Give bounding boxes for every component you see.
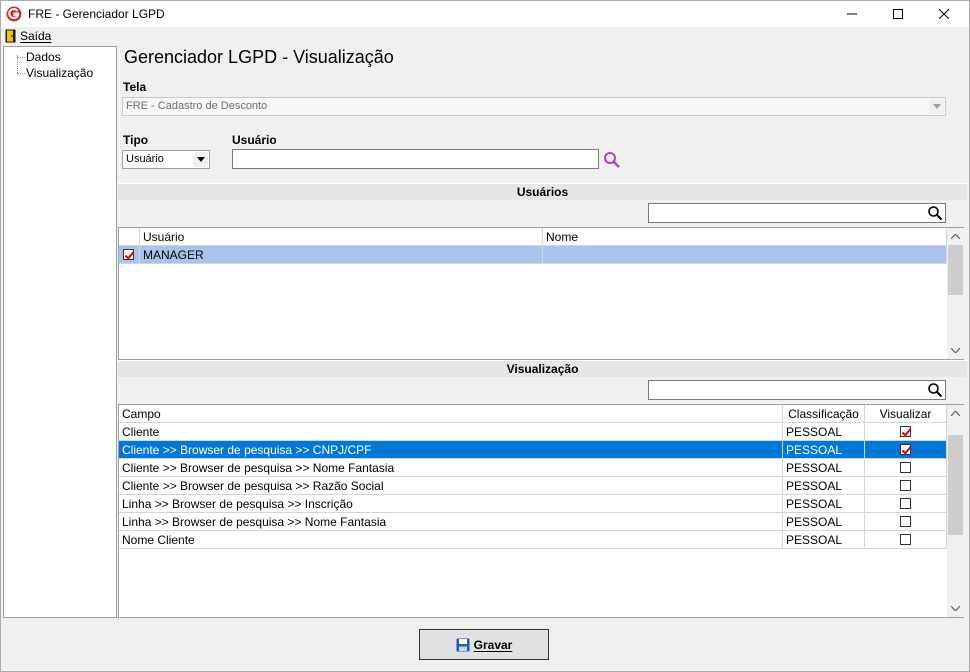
visualizar-checkbox[interactable] [900, 498, 911, 509]
app-logo-icon [6, 6, 22, 22]
visualizacao-row-classificacao[interactable]: PESSOAL [783, 441, 865, 459]
visualizacao-row-campo[interactable]: Cliente >> Browser de pesquisa >> CNPJ/C… [119, 441, 783, 459]
tipo-label: Tipo [123, 133, 149, 147]
minimize-icon [847, 13, 857, 15]
tree-item-visualizacao[interactable]: Visualização [26, 66, 93, 80]
gravar-button-label: Gravar [473, 637, 513, 652]
chevron-down-icon [929, 99, 944, 114]
maximize-button[interactable] [875, 1, 921, 27]
tela-select-value: FRE - Cadastro de Desconto [126, 100, 268, 112]
maximize-icon [893, 9, 903, 19]
tree-connector [17, 73, 25, 74]
visualizacao-row-visualizar[interactable] [865, 513, 947, 531]
visualizacao-scrollbar[interactable] [947, 405, 964, 617]
close-icon [939, 9, 949, 19]
app-window: FRE - Gerenciador LGPD Saída Dados Visua… [0, 0, 970, 672]
close-button[interactable] [921, 1, 967, 27]
visualizacao-col-classificacao[interactable]: Classificação [783, 405, 865, 423]
visualizar-checkbox[interactable] [900, 462, 911, 473]
usuarios-col-usuario[interactable]: Usuário [140, 228, 543, 246]
visualizar-checkbox[interactable] [900, 426, 911, 437]
menu-saida[interactable]: Saída [5, 28, 51, 44]
tree-connector [17, 57, 25, 58]
visualizacao-row-visualizar[interactable] [865, 441, 947, 459]
visualizacao-row-visualizar[interactable] [865, 423, 947, 441]
visualizacao-row-campo[interactable]: Linha >> Browser de pesquisa >> Inscriçã… [119, 495, 783, 513]
navigation-tree: Dados Visualização [3, 46, 117, 618]
visualizacao-row-visualizar[interactable] [865, 459, 947, 477]
search-icon[interactable] [927, 382, 943, 398]
save-icon [456, 638, 470, 651]
visualizacao-row-campo[interactable]: Linha >> Browser de pesquisa >> Nome Fan… [119, 513, 783, 531]
visualizacao-row-visualizar[interactable] [865, 531, 947, 549]
usuarios-search-input[interactable] [648, 203, 946, 223]
visualizacao-row-classificacao[interactable]: PESSOAL [783, 423, 865, 441]
tree-item-dados[interactable]: Dados [26, 50, 61, 64]
search-icon[interactable] [603, 151, 621, 169]
window-title: FRE - Gerenciador LGPD [28, 7, 165, 21]
scroll-up-icon[interactable] [947, 228, 964, 245]
scroll-up-icon[interactable] [947, 405, 964, 422]
gravar-button[interactable]: Gravar [419, 629, 549, 660]
visualizacao-row-campo[interactable]: Cliente [119, 423, 783, 441]
usuarios-grid: Usuário Nome MANAGER [118, 227, 964, 360]
visualizacao-row-classificacao[interactable]: PESSOAL [783, 513, 865, 531]
minimize-button[interactable] [829, 1, 875, 27]
scroll-down-icon[interactable] [947, 600, 964, 617]
usuarios-row-nome[interactable] [543, 246, 947, 264]
visualizacao-row-campo[interactable]: Cliente >> Browser de pesquisa >> Razão … [119, 477, 783, 495]
visualizacao-search-input[interactable] [648, 380, 946, 400]
tela-select[interactable]: FRE - Cadastro de Desconto [122, 97, 946, 116]
visualizar-checkbox[interactable] [900, 444, 911, 455]
scroll-thumb[interactable] [948, 245, 963, 295]
visualizacao-row-classificacao[interactable]: PESSOAL [783, 531, 865, 549]
usuarios-section-header: Usuários [118, 183, 967, 200]
menu-saida-label: Saída [20, 29, 52, 43]
scroll-thumb[interactable] [948, 435, 963, 535]
visualizacao-row-classificacao[interactable]: PESSOAL [783, 459, 865, 477]
usuario-label: Usuário [232, 133, 277, 147]
visualizar-checkbox[interactable] [900, 516, 911, 527]
visualizacao-row-classificacao[interactable]: PESSOAL [783, 477, 865, 495]
menu-bar: Saída [1, 27, 969, 45]
visualizacao-grid: Campo Classificação Visualizar Cliente PE… [118, 404, 964, 618]
visualizacao-col-visualizar[interactable]: Visualizar [865, 405, 947, 423]
title-bar[interactable]: FRE - Gerenciador LGPD [1, 1, 969, 27]
tipo-select-value: Usuário [126, 153, 164, 165]
visualizacao-row-campo[interactable]: Cliente >> Browser de pesquisa >> Nome F… [119, 459, 783, 477]
usuarios-scrollbar[interactable] [947, 228, 964, 359]
visualizacao-col-campo[interactable]: Campo [119, 405, 783, 423]
page-title: Gerenciador LGPD - Visualização [124, 47, 394, 67]
usuarios-grid-checkbox-header [119, 228, 140, 246]
visualizacao-section-header: Visualização [118, 360, 967, 377]
visualizacao-row-campo[interactable]: Nome Cliente [119, 531, 783, 549]
visualizacao-row-visualizar[interactable] [865, 495, 947, 513]
usuarios-row-checkbox-cell[interactable] [119, 246, 140, 264]
visualizar-checkbox[interactable] [900, 480, 911, 491]
visualizar-checkbox[interactable] [900, 534, 911, 545]
scroll-down-icon[interactable] [947, 342, 964, 359]
search-icon[interactable] [927, 205, 943, 221]
exit-door-icon [5, 29, 16, 43]
tipo-select[interactable]: Usuário [122, 150, 210, 169]
visualizacao-row-classificacao[interactable]: PESSOAL [783, 495, 865, 513]
usuarios-col-nome[interactable]: Nome [543, 228, 947, 246]
checkbox-manager[interactable] [123, 249, 134, 260]
usuarios-row-usuario[interactable]: MANAGER [140, 246, 543, 264]
chevron-down-icon [193, 152, 208, 167]
usuario-input[interactable] [232, 149, 599, 169]
tela-label: Tela [123, 80, 147, 94]
visualizacao-row-visualizar[interactable] [865, 477, 947, 495]
